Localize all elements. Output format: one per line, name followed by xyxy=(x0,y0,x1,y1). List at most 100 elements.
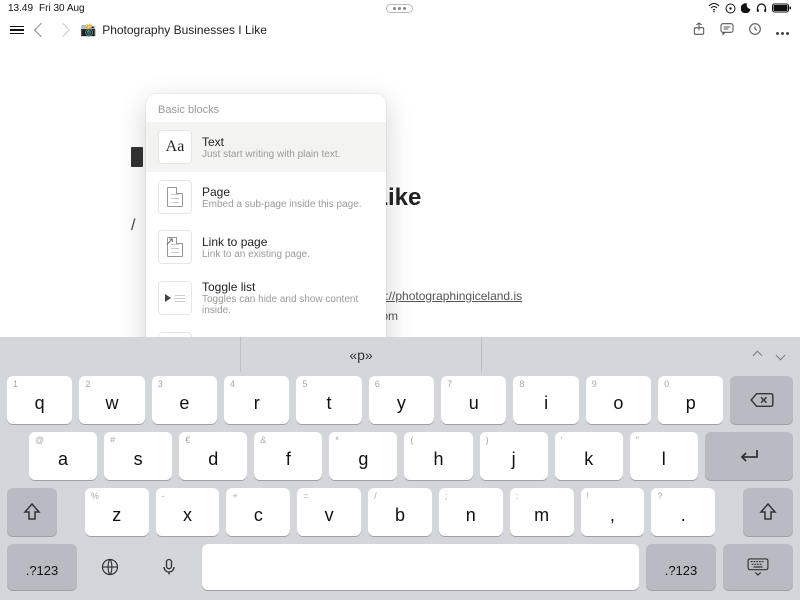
nav-forward-button[interactable] xyxy=(58,23,68,38)
key-hint: 6 xyxy=(375,379,380,389)
key-u[interactable]: 7u xyxy=(441,376,506,424)
key-z[interactable]: %z xyxy=(85,488,149,536)
key-g[interactable]: *g xyxy=(329,432,397,480)
suggestion-right[interactable] xyxy=(482,337,722,372)
block-option-desc: Toggles can hide and show content inside… xyxy=(202,294,374,316)
key-hint: 7 xyxy=(447,379,452,389)
key-w[interactable]: 2w xyxy=(79,376,144,424)
dictation-key[interactable] xyxy=(143,544,195,590)
key-y[interactable]: 6y xyxy=(369,376,434,424)
key-hint: 8 xyxy=(519,379,524,389)
key-main: s xyxy=(134,449,143,470)
key-f[interactable]: &f xyxy=(254,432,322,480)
key-v[interactable]: =v xyxy=(297,488,361,536)
suggestion-left[interactable] xyxy=(0,337,240,372)
key-hint: ; xyxy=(445,491,448,501)
history-icon[interactable] xyxy=(747,21,763,40)
popover-section-header: Basic blocks xyxy=(146,94,386,122)
link-page-icon: ↗ xyxy=(158,230,192,264)
key-h[interactable]: (h xyxy=(404,432,472,480)
key-l[interactable]: "l xyxy=(630,432,698,480)
key-hint: 3 xyxy=(158,379,163,389)
key-main: f xyxy=(286,449,291,470)
key-hint: ? xyxy=(657,491,662,501)
block-option-text[interactable]: Aa Text Just start writing with plain te… xyxy=(146,122,386,172)
key-main: p xyxy=(686,393,696,414)
key-n[interactable]: ;n xyxy=(439,488,503,536)
block-option-page[interactable]: Page Embed a sub-page inside this page. xyxy=(146,172,386,222)
battery-icon xyxy=(772,3,792,13)
more-icon[interactable] xyxy=(775,23,790,38)
suggestion-center[interactable]: «p» xyxy=(240,337,482,372)
key-main: v xyxy=(325,505,334,526)
key-main: d xyxy=(208,449,218,470)
key-main: o xyxy=(613,393,623,414)
key-hint: ) xyxy=(486,435,489,445)
key-hint: @ xyxy=(35,435,44,445)
return-key[interactable] xyxy=(705,432,793,480)
page-title-breadcrumb: Photography Businesses I Like xyxy=(102,23,267,37)
status-time: 13.49 xyxy=(8,3,33,14)
key-main: j xyxy=(512,449,516,470)
page-emoji-icon: 📸 xyxy=(80,22,96,38)
key-p[interactable]: 0p xyxy=(658,376,723,424)
page-link-fragment-1[interactable]: ttps://photographingiceland.is xyxy=(366,289,522,303)
block-option-link-to-page[interactable]: ↗ Link to page Link to an existing page. xyxy=(146,222,386,272)
key-main: a xyxy=(58,449,68,470)
key-main: u xyxy=(469,393,479,414)
key-hint: 9 xyxy=(592,379,597,389)
key-e[interactable]: 3e xyxy=(152,376,217,424)
dismiss-keyboard-key[interactable] xyxy=(723,544,793,590)
key-hint: * xyxy=(335,435,339,445)
nav-back-button[interactable] xyxy=(36,23,46,38)
key-main: h xyxy=(434,449,444,470)
key-hint: 4 xyxy=(230,379,235,389)
key-,[interactable]: !, xyxy=(581,488,645,536)
key-hint: % xyxy=(91,491,99,501)
key-main: l xyxy=(662,449,666,470)
slash-indicator[interactable]: / xyxy=(131,217,135,235)
key-d[interactable]: €d xyxy=(179,432,247,480)
key-r[interactable]: 4r xyxy=(224,376,289,424)
key-q[interactable]: 1q xyxy=(7,376,72,424)
key-main: t xyxy=(327,393,332,414)
key-i[interactable]: 8i xyxy=(513,376,578,424)
toggle-list-icon xyxy=(158,281,192,315)
key-t[interactable]: 5t xyxy=(296,376,361,424)
block-option-title: Link to page xyxy=(202,235,310,249)
key-j[interactable]: )j xyxy=(480,432,548,480)
key-o[interactable]: 9o xyxy=(586,376,651,424)
key-hint: = xyxy=(303,491,308,501)
key-a[interactable]: @a xyxy=(29,432,97,480)
key-b[interactable]: /b xyxy=(368,488,432,536)
key-hint: 0 xyxy=(664,379,669,389)
key-hint: ! xyxy=(587,491,590,501)
share-icon[interactable] xyxy=(691,21,707,40)
shift-key-left[interactable] xyxy=(7,488,57,536)
globe-key[interactable] xyxy=(84,544,136,590)
space-key[interactable] xyxy=(202,544,639,590)
backspace-key[interactable] xyxy=(730,376,793,424)
status-date: Fri 30 Aug xyxy=(39,3,85,14)
key-m[interactable]: :m xyxy=(510,488,574,536)
numbers-key-left[interactable]: .?123 xyxy=(7,544,77,590)
key-x[interactable]: -x xyxy=(156,488,220,536)
key-hint: € xyxy=(185,435,190,445)
key-c[interactable]: +c xyxy=(226,488,290,536)
multitask-pill-icon[interactable] xyxy=(386,4,413,13)
block-option-toggle-list[interactable]: Toggle list Toggles can hide and show co… xyxy=(146,272,386,324)
comments-icon[interactable] xyxy=(719,21,735,40)
key-k[interactable]: 'k xyxy=(555,432,623,480)
numbers-key-right[interactable]: .?123 xyxy=(646,544,716,590)
block-menu-popover: Basic blocks Aa Text Just start writing … xyxy=(146,94,386,374)
key-hint: / xyxy=(374,491,377,501)
key-s[interactable]: #s xyxy=(104,432,172,480)
key-.[interactable]: ?. xyxy=(651,488,715,536)
key-main: g xyxy=(358,449,368,470)
dnd-moon-icon xyxy=(741,3,751,13)
suggestion-down-icon[interactable] xyxy=(777,346,784,364)
breadcrumb[interactable]: 📸 Photography Businesses I Like xyxy=(80,22,267,38)
menu-icon[interactable] xyxy=(10,24,24,37)
suggestion-up-icon[interactable] xyxy=(754,346,761,364)
shift-key-right[interactable] xyxy=(743,488,793,536)
